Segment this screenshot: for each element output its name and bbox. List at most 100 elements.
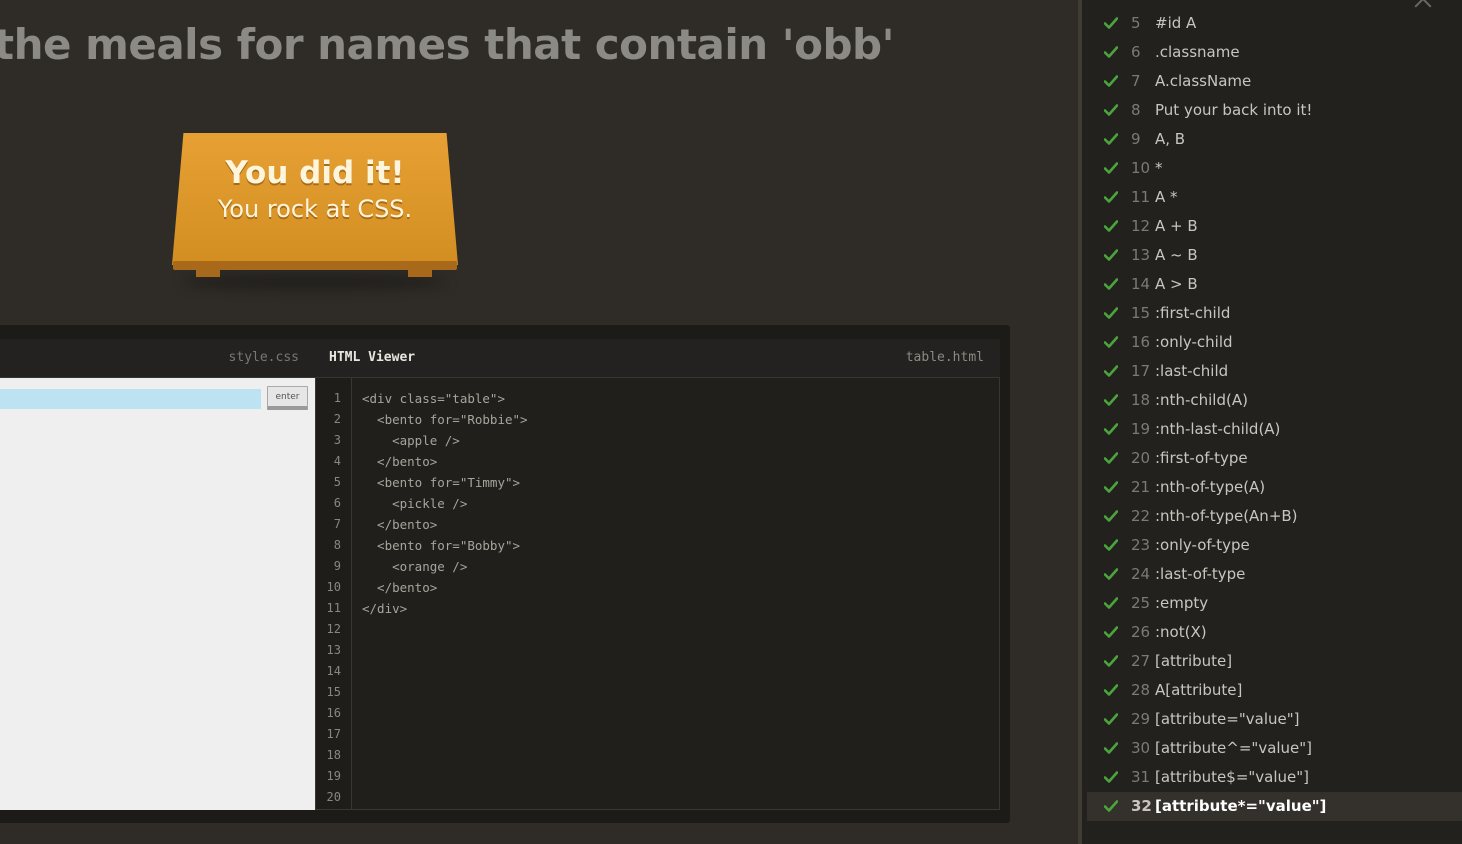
level-number: 31 [1131, 768, 1151, 786]
level-name: :not(X) [1155, 623, 1207, 641]
level-number: 32 [1131, 797, 1152, 815]
level-item-27[interactable]: 27 [attribute] [1087, 647, 1462, 676]
level-name: [attribute$="value"] [1155, 768, 1310, 786]
level-number: 30 [1131, 739, 1151, 757]
level-item-20[interactable]: 20:first-of-type [1087, 444, 1462, 473]
level-item-10[interactable]: 10 * [1087, 154, 1462, 183]
level-item-14[interactable]: 14 A > B [1087, 270, 1462, 299]
code-line[interactable]: <orange /> [362, 556, 528, 577]
level-item-15[interactable]: 15:first-child [1087, 299, 1462, 328]
checkmark-icon [1104, 104, 1118, 116]
level-name: [attribute^="value"] [1155, 739, 1313, 757]
code-line[interactable]: <bento for="Robbie"> [362, 409, 528, 430]
level-item-13[interactable]: 13 A ~ B [1087, 241, 1462, 270]
level-name: :first-of-type [1155, 449, 1248, 467]
level-item-8[interactable]: 8 Put your back into it! [1087, 96, 1462, 125]
code-line[interactable]: <apple /> [362, 430, 528, 451]
code-line[interactable]: </bento> [362, 577, 528, 598]
level-number: 6 [1131, 43, 1141, 61]
level-item-23[interactable]: 23:only-of-type [1087, 531, 1462, 560]
css-editor-pane: enter [0, 378, 315, 810]
level-item-28[interactable]: 28 A[attribute] [1087, 676, 1462, 705]
level-item-6[interactable]: 6 .classname [1087, 38, 1462, 67]
level-name: :nth-of-type(An+B) [1155, 507, 1298, 525]
checkmark-icon [1104, 220, 1118, 232]
level-name: A > B [1155, 275, 1198, 293]
level-item-12[interactable]: 12 A + B [1087, 212, 1462, 241]
level-item-7[interactable]: 7 A.className [1087, 67, 1462, 96]
level-item-26[interactable]: 26:not(X) [1087, 618, 1462, 647]
level-number: 11 [1131, 188, 1151, 206]
html-filename: table.html [905, 350, 984, 365]
checkmark-icon [1104, 394, 1118, 406]
level-item-9[interactable]: 9 A, B [1087, 125, 1462, 154]
level-item-29[interactable]: 29 [attribute="value"] [1087, 705, 1462, 734]
code-line[interactable]: </bento> [362, 451, 528, 472]
checkmark-icon [1104, 771, 1118, 783]
checkmark-icon [1104, 742, 1118, 754]
checkmark-icon [1104, 249, 1118, 261]
html-markup: <div class="table"> <bento for="Robbie">… [362, 388, 528, 619]
line-number: 9 [333, 559, 341, 573]
level-item-19[interactable]: 19:nth-last-child(A) [1087, 415, 1462, 444]
checkmark-icon [1104, 46, 1118, 58]
level-sidebar: 5 #id A 6 .classname 7 A.className 8 Put your b… [1082, 0, 1462, 844]
level-name: * [1155, 159, 1163, 177]
level-number: 10 [1131, 159, 1151, 177]
level-item-30[interactable]: 30 [attribute^="value"] [1087, 734, 1462, 763]
checkmark-icon [1104, 713, 1118, 725]
level-item-18[interactable]: 18:nth-child(A) [1087, 386, 1462, 415]
code-line[interactable]: <bento for="Bobby"> [362, 535, 528, 556]
level-item-24[interactable]: 24:last-of-type [1087, 560, 1462, 589]
checkmark-icon [1104, 423, 1118, 435]
code-line[interactable]: <div class="table"> [362, 388, 528, 409]
level-number: 5 [1131, 14, 1141, 32]
level-number: 21 [1131, 478, 1151, 496]
html-viewer-pane: 1 2 3 4 5 6 7 8 9 10 11 12 13 14 15 16 17 18 19 20 <div cla… [315, 378, 1000, 810]
level-item-17[interactable]: 17:last-child [1087, 357, 1462, 386]
level-item-11[interactable]: 11 A * [1087, 183, 1462, 212]
level-item-32[interactable]: 32 [attribute*="value"] [1087, 792, 1462, 821]
level-number: 24 [1131, 565, 1151, 583]
code-line[interactable]: </bento> [362, 514, 528, 535]
code-editor: style.css HTML Viewer table.html enter 1… [0, 325, 1010, 823]
level-name: .classname [1155, 43, 1240, 61]
level-name: Put your back into it! [1155, 101, 1313, 119]
code-line[interactable]: </div> [362, 598, 528, 619]
level-item-16[interactable]: 16:only-child [1087, 328, 1462, 357]
checkmark-icon [1104, 655, 1118, 667]
level-item-21[interactable]: 21:nth-of-type(A) [1087, 473, 1462, 502]
line-number-gutter: 1 2 3 4 5 6 7 8 9 10 11 12 13 14 15 16 17 18 19 20 [316, 378, 352, 809]
level-item-25[interactable]: 25:empty [1087, 589, 1462, 618]
level-item-31[interactable]: 31 [attribute$="value"] [1087, 763, 1462, 792]
level-number: 17 [1131, 362, 1151, 380]
level-number: 23 [1131, 536, 1151, 554]
level-number: 25 [1131, 594, 1151, 612]
checkmark-icon [1104, 452, 1118, 464]
level-name: A[attribute] [1155, 681, 1243, 699]
level-number: 27 [1131, 652, 1151, 670]
checkmark-icon [1104, 278, 1118, 290]
code-line[interactable]: <bento for="Timmy"> [362, 472, 528, 493]
level-number: 28 [1131, 681, 1151, 699]
level-item-5[interactable]: 5 #id A [1087, 9, 1462, 38]
css-selector-input[interactable] [0, 389, 261, 409]
table-leg-right [408, 269, 432, 277]
level-name: :nth-child(A) [1155, 391, 1248, 409]
line-number: 7 [333, 517, 341, 531]
level-item-22[interactable]: 22:nth-of-type(An+B) [1087, 502, 1462, 531]
line-number: 2 [333, 412, 341, 426]
line-number: 6 [333, 496, 341, 510]
line-number: 1 [333, 391, 341, 405]
code-line[interactable]: <pickle /> [362, 493, 528, 514]
level-number: 15 [1131, 304, 1151, 322]
level-number: 29 [1131, 710, 1151, 728]
win-table: You did it! You rock at CSS. [172, 133, 458, 293]
level-name: #id A [1155, 14, 1197, 32]
level-number: 13 [1131, 246, 1151, 264]
level-name: [attribute="value"] [1155, 710, 1300, 728]
level-name: [attribute*="value"] [1155, 797, 1327, 815]
enter-button[interactable]: enter [267, 386, 308, 410]
line-number: 16 [326, 706, 341, 720]
checkmark-icon [1104, 336, 1118, 348]
